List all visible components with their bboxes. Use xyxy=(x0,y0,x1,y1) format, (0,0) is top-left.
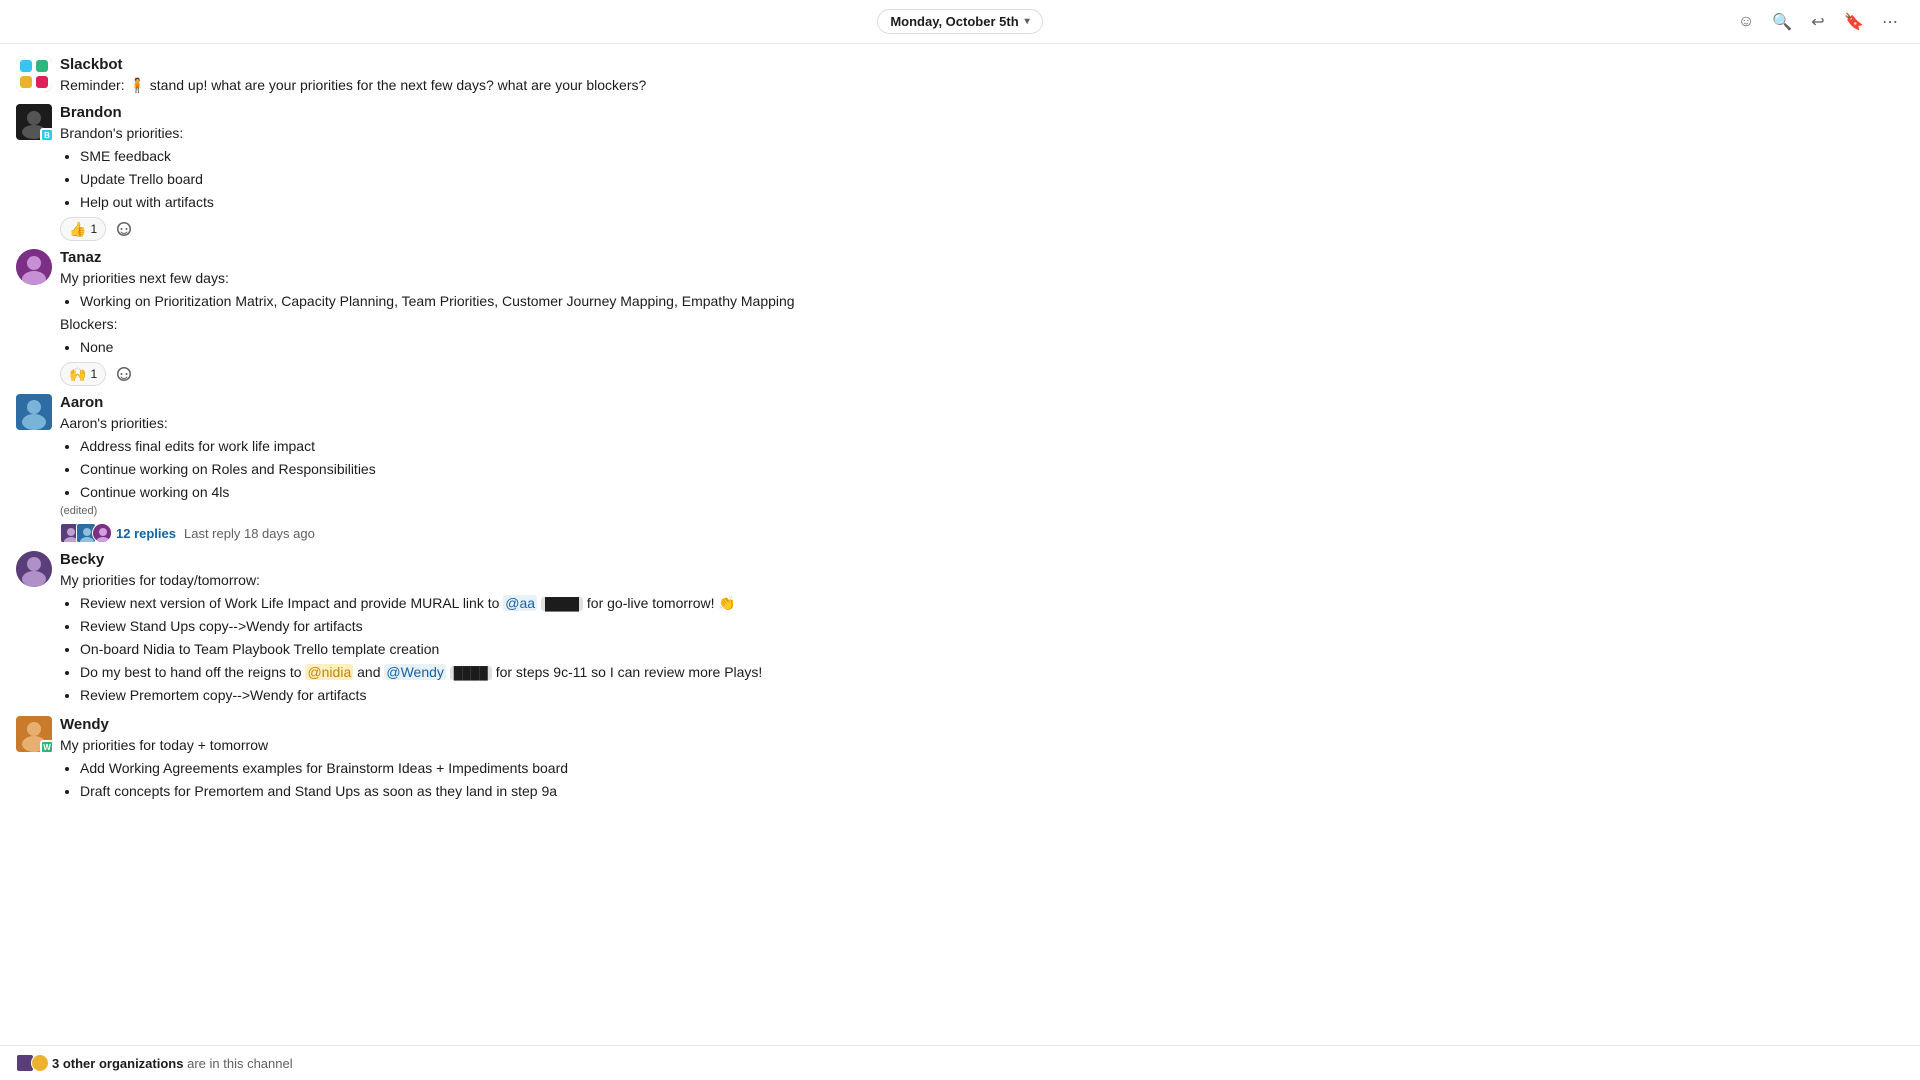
reaction-count: 1 xyxy=(90,222,97,236)
list-item: Update Trello board xyxy=(80,169,1904,190)
message-text: My priorities for today/tomorrow: Review… xyxy=(60,570,1904,706)
message-header: Becky xyxy=(60,551,1904,568)
chevron-down-icon: ▾ xyxy=(1025,16,1030,27)
org-count: 3 other organizations xyxy=(52,1056,183,1071)
message-row: Aaron Aaron's priorities: Address final … xyxy=(0,390,1920,547)
bottom-bar: 3 other organizations are in this channe… xyxy=(0,1045,1920,1080)
emoji-icon: 🙌 xyxy=(69,366,86,383)
message-content: Tanaz My priorities next few days: Worki… xyxy=(60,249,1904,386)
mention: @nidia xyxy=(305,664,353,680)
date-pill[interactable]: Monday, October 5th ▾ xyxy=(877,9,1042,34)
message-row: Tanaz My priorities next few days: Worki… xyxy=(0,245,1920,390)
top-bar-actions: ☺ 🔍 ↩ 🔖 ⋯ xyxy=(1732,8,1904,36)
message-header: Wendy xyxy=(60,716,1904,733)
list-item: Add Working Agreements examples for Brai… xyxy=(80,758,1904,779)
list-item: Review Premortem copy-->Wendy for artifa… xyxy=(80,685,1904,706)
org-avatars xyxy=(16,1054,46,1072)
list-item: Help out with artifacts xyxy=(80,192,1904,213)
list-item: Do my best to hand off the reigns to @ni… xyxy=(80,662,1904,683)
reply-time: Last reply 18 days ago xyxy=(184,526,315,541)
avatar xyxy=(16,394,52,430)
list-item: Continue working on Roles and Responsibi… xyxy=(80,459,1904,480)
avatar xyxy=(16,551,52,587)
list-item: None xyxy=(80,337,1904,358)
mention: @Wendy xyxy=(384,664,446,680)
add-reaction-button[interactable] xyxy=(110,217,138,241)
bottom-orgs: 3 other organizations are in this channe… xyxy=(16,1054,293,1072)
add-reaction-button[interactable] xyxy=(110,362,138,386)
emoji-reaction-button[interactable]: ☺ xyxy=(1732,8,1760,36)
message-text: Brandon's priorities: SME feedback Updat… xyxy=(60,123,1904,213)
sender-name: Brandon xyxy=(60,104,122,121)
list-item: Review next version of Work Life Impact … xyxy=(80,593,1904,614)
edited-label: (edited) xyxy=(60,505,1904,517)
list-item: Working on Prioritization Matrix, Capaci… xyxy=(80,291,1904,312)
emoji-icon: 👍 xyxy=(69,221,86,238)
message-header: Slackbot xyxy=(60,56,1904,73)
top-bar: Monday, October 5th ▾ ☺ 🔍 ↩ 🔖 ⋯ xyxy=(0,0,1920,44)
message-text: My priorities next few days: Working on … xyxy=(60,268,1904,358)
message-row: B Brandon Brandon's priorities: SME feed… xyxy=(0,100,1920,245)
reactions: 👍 1 xyxy=(60,217,1904,241)
reaction-raised-hands[interactable]: 🙌 1 xyxy=(60,362,106,386)
avatar-badge: W xyxy=(40,740,54,754)
sender-name: Becky xyxy=(60,551,104,568)
bookmark-button[interactable]: 🔖 xyxy=(1840,8,1868,36)
bottom-text: 3 other organizations are in this channe… xyxy=(52,1056,293,1071)
sender-name: Wendy xyxy=(60,716,109,733)
message-text: Reminder: 🧍 stand up! what are your prio… xyxy=(60,75,1904,96)
avatar-badge: B xyxy=(40,128,54,142)
reactions: 🙌 1 xyxy=(60,362,1904,386)
sender-name: Tanaz xyxy=(60,249,101,266)
org-suffix: are in this channel xyxy=(187,1056,293,1071)
date-label: Monday, October 5th xyxy=(890,14,1018,29)
list-item: Continue working on 4ls xyxy=(80,482,1904,503)
message-content: Wendy My priorities for today + tomorrow… xyxy=(60,716,1904,804)
thread-replies: 12 replies Last reply 18 days ago xyxy=(60,523,1904,543)
list-item: SME feedback xyxy=(80,146,1904,167)
sender-name: Aaron xyxy=(60,394,103,411)
message-content: Slackbot Reminder: 🧍 stand up! what are … xyxy=(60,56,1904,96)
more-actions-button[interactable]: ⋯ xyxy=(1876,8,1904,36)
reply-count[interactable]: 12 replies xyxy=(116,526,176,541)
reaction-count: 1 xyxy=(90,367,97,381)
message-row: Slackbot Reminder: 🧍 stand up! what are … xyxy=(0,52,1920,100)
reaction-thumbsup[interactable]: 👍 1 xyxy=(60,217,106,241)
message-content: Aaron Aaron's priorities: Address final … xyxy=(60,394,1904,543)
message-text: My priorities for today + tomorrow Add W… xyxy=(60,735,1904,802)
share-button[interactable]: ↩ xyxy=(1804,8,1832,36)
message-header: Aaron xyxy=(60,394,1904,411)
message-row: W Wendy My priorities for today + tomorr… xyxy=(0,712,1920,808)
list-item: Address final edits for work life impact xyxy=(80,436,1904,457)
list-item: On-board Nidia to Team Playbook Trello t… xyxy=(80,639,1904,660)
list-item: Draft concepts for Premortem and Stand U… xyxy=(80,781,1904,802)
messages-container: Slackbot Reminder: 🧍 stand up! what are … xyxy=(0,44,1920,1045)
avatar xyxy=(16,249,52,285)
search-button[interactable]: 🔍 xyxy=(1768,8,1796,36)
message-content: Brandon Brandon's priorities: SME feedba… xyxy=(60,104,1904,241)
reply-avatars xyxy=(60,523,108,543)
sender-name: Slackbot xyxy=(60,56,123,73)
reply-avatar xyxy=(92,523,112,543)
avatar xyxy=(16,56,52,92)
message-header: Tanaz xyxy=(60,249,1904,266)
message-row: Becky My priorities for today/tomorrow: … xyxy=(0,547,1920,712)
list-item: Review Stand Ups copy-->Wendy for artifa… xyxy=(80,616,1904,637)
message-header: Brandon xyxy=(60,104,1904,121)
message-content: Becky My priorities for today/tomorrow: … xyxy=(60,551,1904,708)
message-text: Aaron's priorities: Address final edits … xyxy=(60,413,1904,503)
org-avatar xyxy=(31,1054,49,1072)
mention: @aa xyxy=(503,595,537,611)
